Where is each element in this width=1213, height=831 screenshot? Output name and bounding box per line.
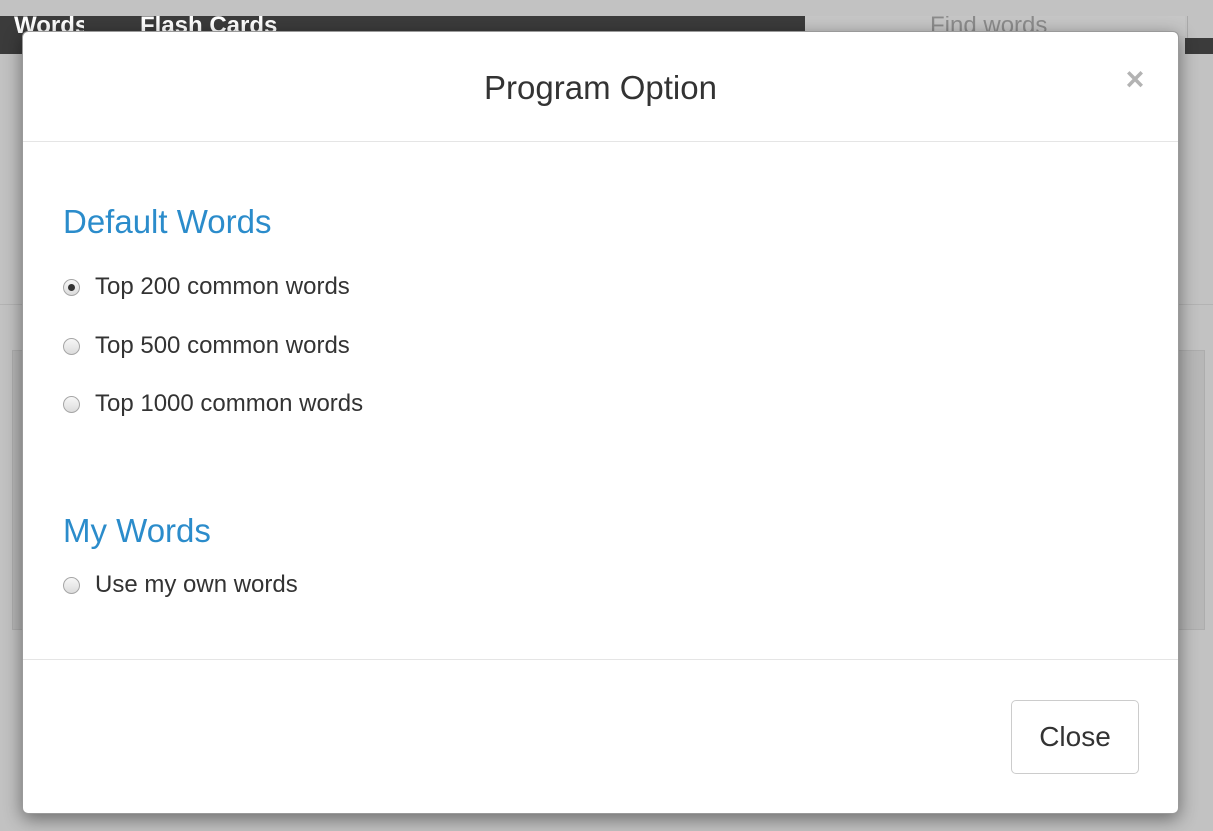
option-label: Top 200 common words: [95, 273, 350, 300]
program-option-modal: Program Option × Default Words Top 200 c…: [22, 31, 1179, 814]
option-label: Top 1000 common words: [95, 390, 364, 417]
radio-use-own-words[interactable]: [63, 576, 80, 594]
radio-top-1000[interactable]: [63, 395, 80, 413]
option-top-1000[interactable]: Top 1000 common words: [63, 390, 363, 418]
option-top-500[interactable]: Top 500 common words: [63, 332, 350, 360]
modal-header: Program Option ×: [23, 32, 1178, 142]
background-divider: [1187, 16, 1188, 38]
option-top-200[interactable]: Top 200 common words: [63, 273, 350, 301]
option-use-own-words[interactable]: Use my own words: [63, 571, 298, 599]
close-button[interactable]: Close: [1011, 700, 1139, 774]
option-label: Use my own words: [95, 571, 298, 598]
modal-body: Default Words Top 200 common words Top 5…: [23, 142, 1178, 659]
modal-footer: Close: [23, 659, 1178, 813]
background-navbar-edge: [1185, 38, 1213, 54]
option-label: Top 500 common words: [95, 332, 350, 359]
section-heading-my-words: My Words: [63, 512, 211, 549]
radio-top-200[interactable]: [63, 278, 80, 296]
section-heading-default-words: Default Words: [63, 203, 272, 240]
modal-title: Program Option: [484, 69, 717, 106]
radio-top-500[interactable]: [63, 337, 80, 355]
close-icon[interactable]: ×: [1122, 62, 1148, 96]
